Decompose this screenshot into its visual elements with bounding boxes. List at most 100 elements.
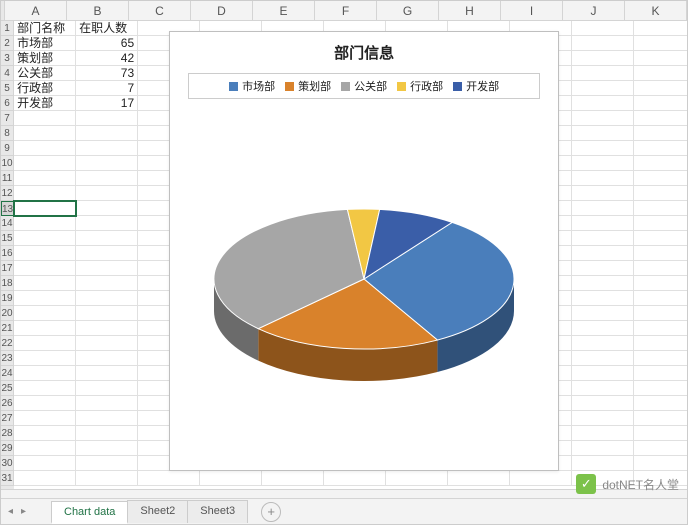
cell[interactable] [572, 171, 634, 186]
cell[interactable] [634, 261, 687, 276]
row-header[interactable]: 11 [1, 171, 14, 186]
cell[interactable] [572, 96, 634, 111]
cell[interactable] [76, 306, 138, 321]
cell[interactable] [14, 246, 76, 261]
cell[interactable] [76, 441, 138, 456]
row-header[interactable]: 30 [1, 456, 14, 471]
cell[interactable] [572, 441, 634, 456]
cell[interactable] [138, 471, 200, 486]
column-header-K[interactable]: K [625, 1, 687, 20]
cell[interactable] [572, 126, 634, 141]
sheet-tab[interactable]: Sheet2 [127, 500, 188, 523]
cell[interactable]: 在职人数 [76, 21, 138, 36]
cell[interactable] [572, 66, 634, 81]
row-header[interactable]: 24 [1, 366, 14, 381]
cell[interactable] [572, 456, 634, 471]
row-header[interactable]: 31 [1, 471, 14, 486]
cell[interactable] [76, 396, 138, 411]
cell[interactable]: 开发部 [14, 96, 76, 111]
cell[interactable] [572, 366, 634, 381]
cell[interactable] [14, 291, 76, 306]
cell[interactable] [76, 351, 138, 366]
row-header[interactable]: 18 [1, 276, 14, 291]
cell[interactable] [76, 291, 138, 306]
row-header[interactable]: 25 [1, 381, 14, 396]
cell[interactable] [572, 156, 634, 171]
cell[interactable] [634, 111, 687, 126]
add-sheet-button[interactable]: + [261, 502, 281, 522]
column-header-C[interactable]: C [129, 1, 191, 20]
row-header[interactable]: 27 [1, 411, 14, 426]
cell[interactable] [634, 321, 687, 336]
cell[interactable] [572, 411, 634, 426]
row-header[interactable]: 14 [1, 216, 14, 231]
cell[interactable] [572, 36, 634, 51]
cell[interactable] [76, 336, 138, 351]
row-header[interactable]: 23 [1, 351, 14, 366]
row-header[interactable]: 8 [1, 126, 14, 141]
cell[interactable] [76, 366, 138, 381]
cell[interactable] [14, 276, 76, 291]
column-header-G[interactable]: G [377, 1, 439, 20]
row-header[interactable]: 16 [1, 246, 14, 261]
cell[interactable] [14, 366, 76, 381]
cell[interactable] [448, 471, 510, 486]
cell[interactable] [14, 186, 76, 201]
cell[interactable] [572, 306, 634, 321]
cell[interactable] [14, 261, 76, 276]
row-header[interactable]: 20 [1, 306, 14, 321]
column-header-J[interactable]: J [563, 1, 625, 20]
cell[interactable] [76, 156, 138, 171]
row-header[interactable]: 1 [1, 21, 14, 36]
row-header[interactable]: 6 [1, 96, 14, 111]
column-header-D[interactable]: D [191, 1, 253, 20]
cell[interactable] [76, 186, 138, 201]
row-header[interactable]: 12 [1, 186, 14, 201]
cell[interactable] [634, 396, 687, 411]
cell[interactable] [510, 471, 572, 486]
cell[interactable] [572, 186, 634, 201]
cell[interactable] [76, 381, 138, 396]
cell[interactable] [572, 216, 634, 231]
column-header-B[interactable]: B [67, 1, 129, 20]
cell[interactable] [572, 141, 634, 156]
row-header[interactable]: 4 [1, 66, 14, 81]
sheet-tab[interactable]: Chart data [51, 501, 128, 524]
cell[interactable] [14, 201, 76, 216]
cell[interactable] [76, 216, 138, 231]
cell[interactable] [634, 441, 687, 456]
cell[interactable] [572, 276, 634, 291]
cell[interactable] [76, 126, 138, 141]
cell[interactable] [634, 66, 687, 81]
cell[interactable] [634, 96, 687, 111]
cell[interactable] [572, 111, 634, 126]
cell[interactable] [634, 231, 687, 246]
cell[interactable] [14, 381, 76, 396]
cell[interactable] [14, 321, 76, 336]
row-header[interactable]: 2 [1, 36, 14, 51]
cell[interactable] [76, 411, 138, 426]
cell[interactable] [634, 246, 687, 261]
cell[interactable] [572, 336, 634, 351]
cell[interactable] [14, 306, 76, 321]
cell[interactable] [634, 381, 687, 396]
tab-nav-first-icon[interactable]: ◂ [5, 504, 16, 519]
cell[interactable] [572, 291, 634, 306]
cell[interactable] [634, 81, 687, 96]
cell[interactable] [634, 201, 687, 216]
cell[interactable] [572, 396, 634, 411]
cell[interactable]: 部门名称 [14, 21, 76, 36]
cell[interactable] [14, 336, 76, 351]
cell[interactable] [14, 396, 76, 411]
row-header[interactable]: 5 [1, 81, 14, 96]
cell[interactable] [14, 141, 76, 156]
cell[interactable] [200, 471, 262, 486]
cell[interactable]: 42 [76, 51, 138, 66]
chart-object[interactable]: 部门信息 市场部策划部公关部行政部开发部 [169, 31, 559, 471]
cell[interactable] [634, 171, 687, 186]
cell[interactable] [572, 351, 634, 366]
cell[interactable] [14, 216, 76, 231]
cell[interactable] [634, 186, 687, 201]
cell[interactable] [572, 231, 634, 246]
cell[interactable]: 公关部 [14, 66, 76, 81]
